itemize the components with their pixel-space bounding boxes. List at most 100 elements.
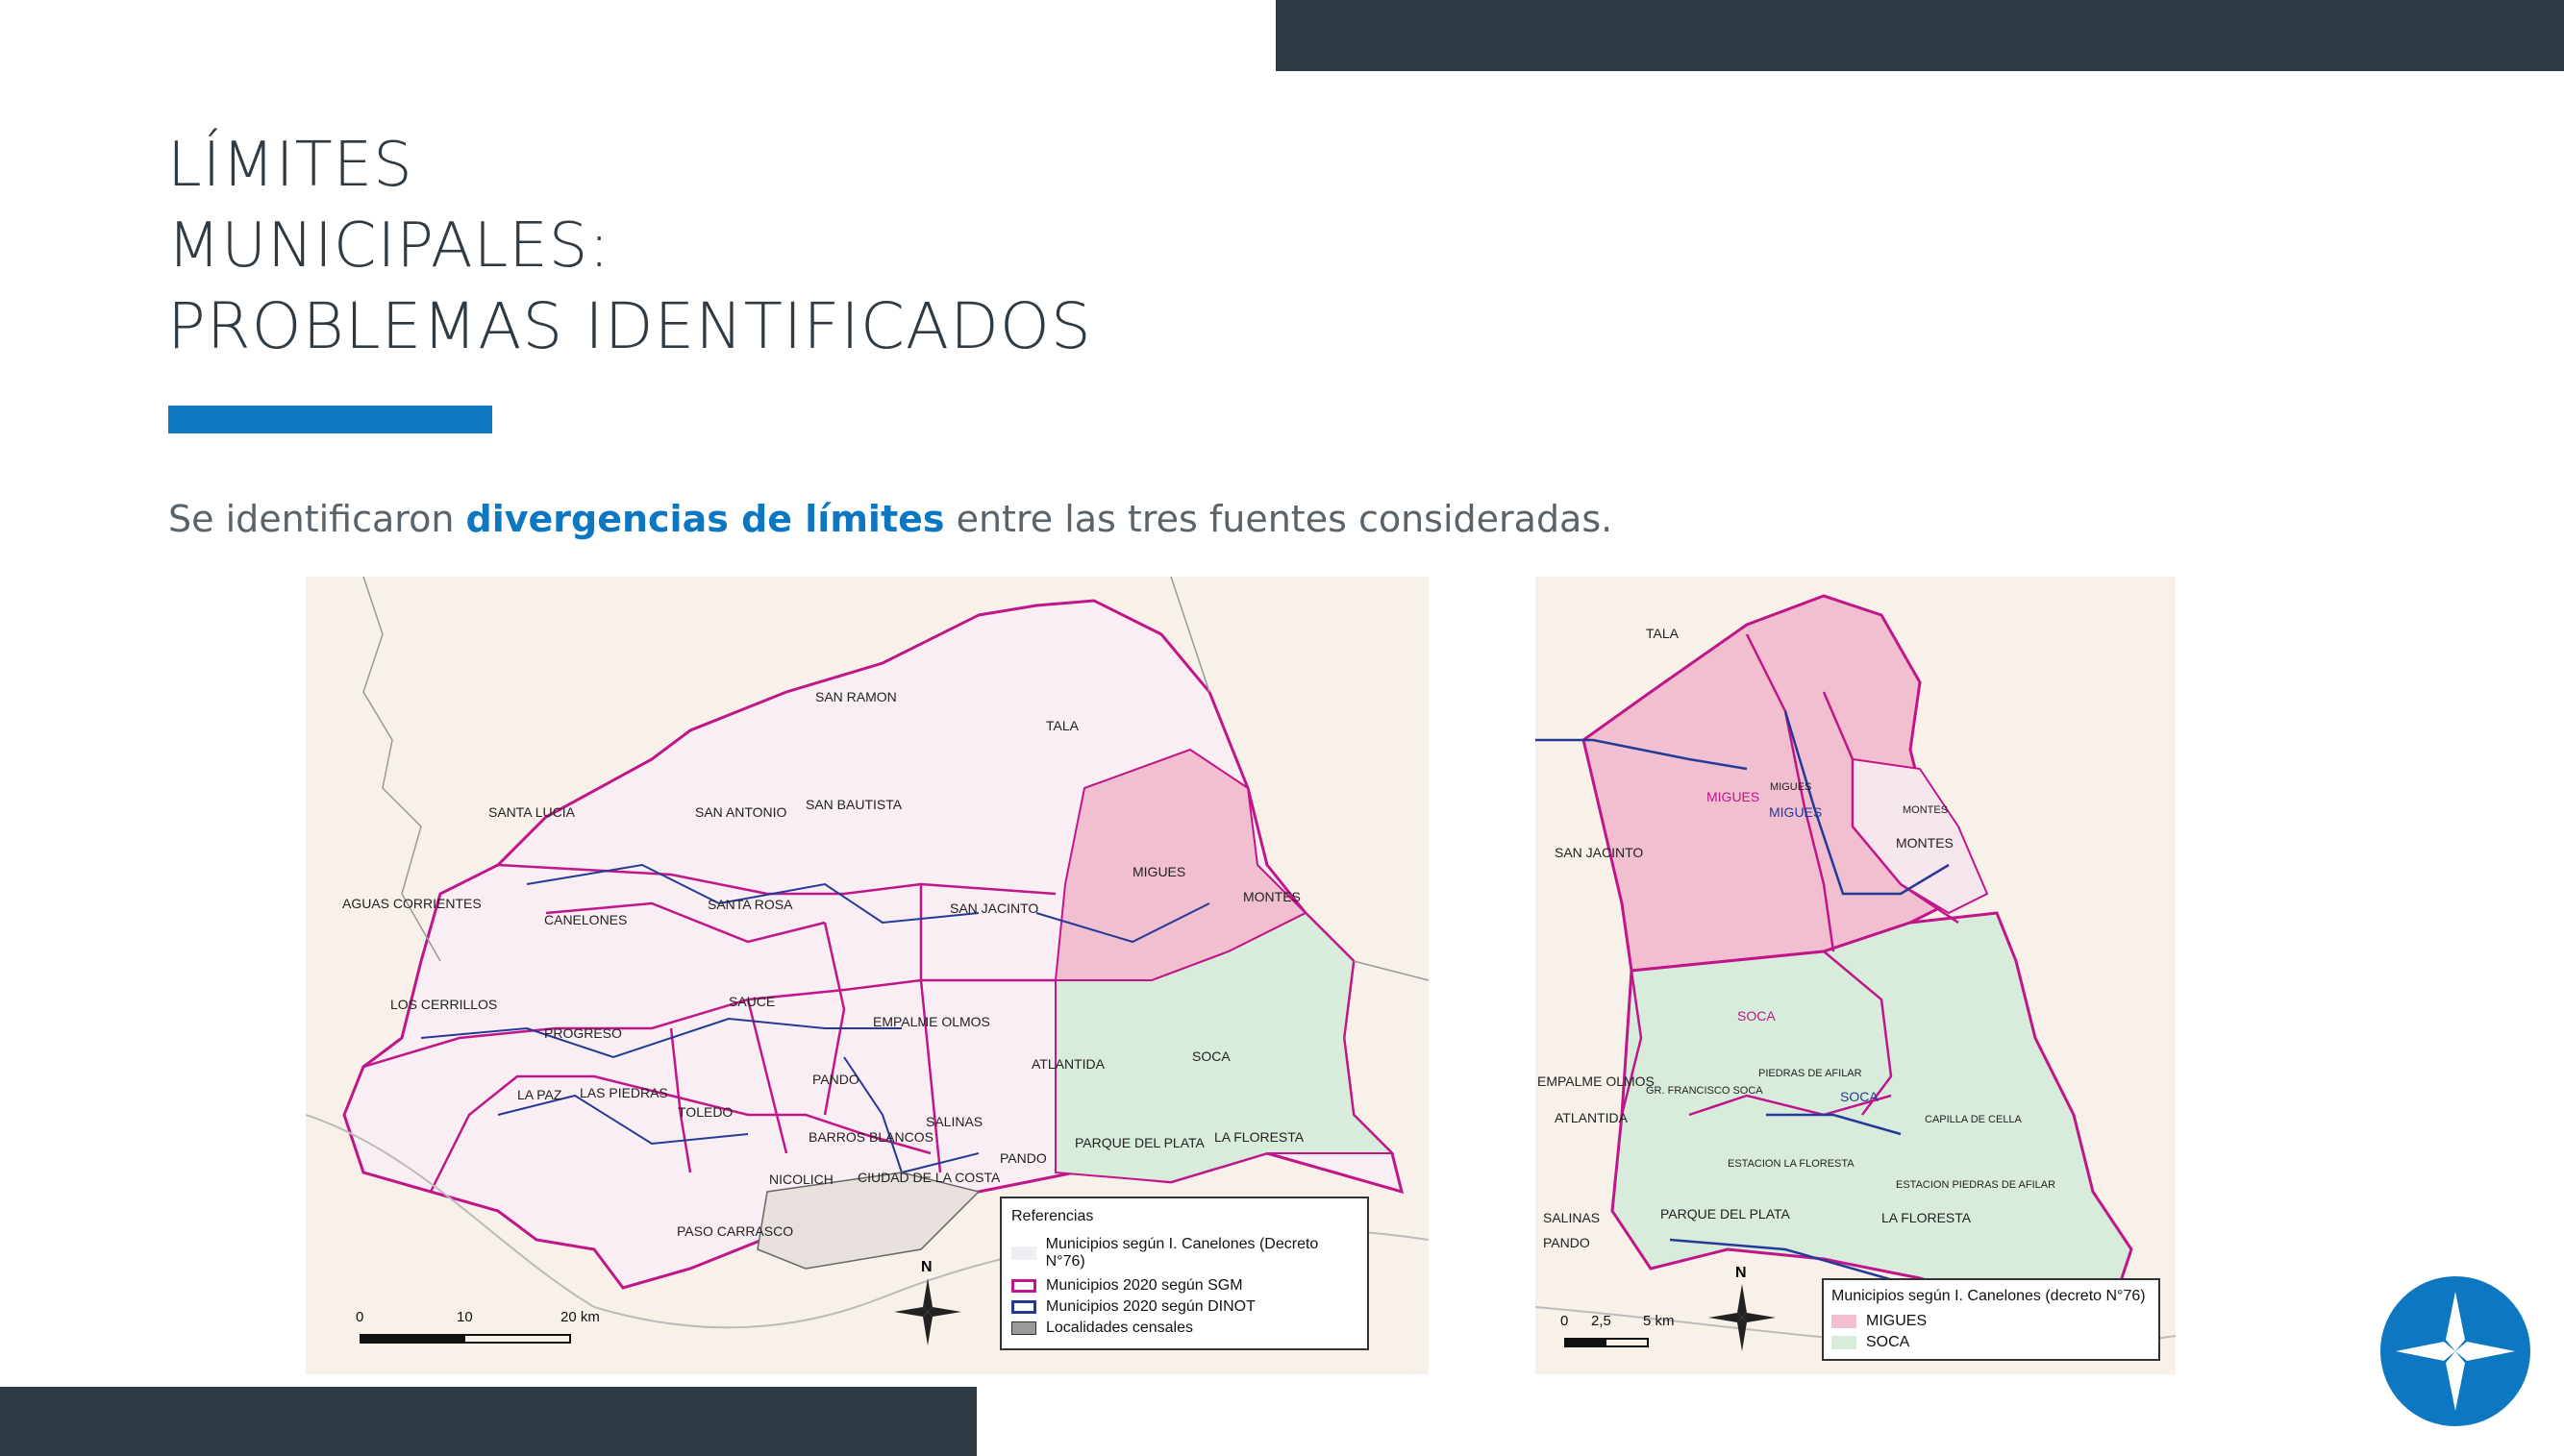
legend-title: Referencias <box>1011 1208 1094 1224</box>
map-label: ESTACION LA FLORESTA <box>1728 1158 1855 1170</box>
intro-highlight: divergencias de límites <box>465 498 945 540</box>
map-label: GR. FRANCISCO SOCA <box>1646 1085 1763 1097</box>
map-label: EMPALME OLMOS <box>873 1014 990 1029</box>
migues-soca-detail-map: TALA MIGUES MIGUES MIGUES MONTES MONTES … <box>1535 577 2176 1374</box>
legend-swatch <box>1011 1300 1036 1314</box>
map-label: PASO CARRASCO <box>677 1223 793 1239</box>
legend-swatch <box>1011 1246 1036 1260</box>
map-label: LAS PIEDRAS <box>580 1085 668 1100</box>
map-label: TALA <box>1646 626 1680 641</box>
map-label: LOS CERRILLOS <box>390 997 497 1012</box>
map-label: MONTES <box>1243 889 1301 904</box>
scale-label: 10 <box>457 1309 473 1325</box>
north-arrow: N <box>894 1259 961 1345</box>
map-label: SANTA ROSA <box>708 897 793 912</box>
map-label: SAN JACINTO <box>1555 845 1643 860</box>
legend-item-label: Localidades censales <box>1046 1320 1193 1336</box>
compass-logo-icon <box>2380 1276 2530 1426</box>
legend-item: Localidades censales <box>1011 1318 1357 1339</box>
compass-icon <box>1708 1284 1776 1351</box>
intro-text: Se identificaron divergencias de límites… <box>168 498 1612 540</box>
map-label: PARQUE DEL PLATA <box>1075 1135 1206 1150</box>
map-label: TOLEDO <box>678 1104 733 1120</box>
legend-item: Municipios según I. Canelones (Decreto N… <box>1011 1236 1357 1270</box>
legend-item: Municipios 2020 según DINOT <box>1011 1296 1357 1318</box>
map-label: MIGUES <box>1769 804 1822 820</box>
map-label: LA FLORESTA <box>1881 1210 1972 1225</box>
intro-after: entre las tres fuentes consideradas. <box>944 498 1613 540</box>
compass-icon <box>894 1278 961 1345</box>
scale-bar <box>360 1334 571 1344</box>
left-map-legend: Referencias Municipios según I. Canelone… <box>1000 1197 1369 1350</box>
north-label: N <box>921 1259 933 1275</box>
legend-item: MIGUES <box>1831 1311 2151 1332</box>
map-label: SOCA <box>1192 1049 1231 1064</box>
map-label: CANELONES <box>544 912 627 927</box>
map-label: NICOLICH <box>769 1172 834 1187</box>
scale-label: 0 <box>1560 1313 1569 1329</box>
legend-swatch <box>1831 1336 1856 1349</box>
title-line-1: LÍMITES <box>167 130 413 201</box>
map-label: SOCA <box>1737 1008 1776 1024</box>
top-dark-bar <box>1276 0 2564 71</box>
legend-item-label: Municipios 2020 según SGM <box>1046 1277 1243 1294</box>
legend-item-label: MIGUES <box>1866 1313 1928 1329</box>
map-label: AGUAS CORRIENTES <box>342 896 482 911</box>
map-label: MIGUES <box>1706 789 1759 804</box>
north-arrow: N <box>1708 1265 1776 1351</box>
map-label: SAUCE <box>729 994 775 1009</box>
map-label: ATLANTIDA <box>1032 1056 1106 1072</box>
map-label: PANDO <box>1000 1150 1047 1166</box>
map-label: SANTA LUCIA <box>488 804 576 820</box>
legend-swatch <box>1011 1279 1036 1293</box>
canelones-municipal-map: SAN RAMON TALA SANTA LUCIA SAN ANTONIO S… <box>306 577 1429 1374</box>
north-label: N <box>1735 1265 1747 1281</box>
legend-item-label: Municipios según I. Canelones (Decreto N… <box>1045 1236 1319 1270</box>
map-label: SOCA <box>1840 1089 1879 1104</box>
intro-before: Se identificaron <box>168 498 466 540</box>
right-map-legend: Municipios según I. Canelones (decreto N… <box>1822 1278 2160 1361</box>
map-label: CIUDAD DE LA COSTA <box>858 1170 1001 1185</box>
legend-item-label: SOCA <box>1866 1334 1910 1350</box>
scale-label: 5 km <box>1643 1313 1675 1329</box>
map-label: SALINAS <box>926 1114 983 1129</box>
title-line-2: MUNICIPALES: <box>167 210 610 282</box>
detail-map-drawing: TALA MIGUES MIGUES MIGUES MONTES MONTES … <box>1535 594 2176 1348</box>
map-label: PROGRESO <box>544 1025 622 1041</box>
map-label: SAN JACINTO <box>950 901 1038 916</box>
map-label: LA PAZ <box>517 1087 562 1102</box>
map-label: SAN ANTONIO <box>695 804 787 820</box>
legend-item: Municipios 2020 según SGM <box>1011 1275 1357 1296</box>
scale-label: 0 <box>356 1309 364 1325</box>
map-label: PANDO <box>1543 1235 1590 1250</box>
scale-label: 2,5 <box>1591 1313 1611 1329</box>
legend-swatch <box>1011 1321 1036 1335</box>
map-label: ESTACION PIEDRAS DE AFILAR <box>1896 1179 2055 1191</box>
map-label: CAPILLA DE CELLA <box>1925 1114 2023 1125</box>
map-label: MIGUES <box>1770 781 1811 793</box>
bottom-dark-bar <box>0 1387 977 1456</box>
map-label: SAN RAMON <box>815 689 897 704</box>
map-label: SALINAS <box>1543 1210 1600 1225</box>
legend-item-label: Municipios 2020 según DINOT <box>1046 1298 1256 1315</box>
map-label: TALA <box>1046 718 1080 733</box>
map-label: PARQUE DEL PLATA <box>1660 1206 1791 1222</box>
map-label: ATLANTIDA <box>1555 1110 1629 1125</box>
title-underline <box>168 406 492 433</box>
map-label: MIGUES <box>1133 864 1185 879</box>
map-label: BARROS BLANCOS <box>809 1129 933 1145</box>
map-label: SAN BAUTISTA <box>806 797 903 812</box>
legend-item: SOCA <box>1831 1332 2151 1353</box>
map-label: EMPALME OLMOS <box>1537 1073 1655 1089</box>
map-label: MONTES <box>1903 804 1948 816</box>
map-label: PIEDRAS DE AFILAR <box>1758 1068 1862 1079</box>
title-line-3: PROBLEMAS IDENTIFICADOS <box>167 289 1092 363</box>
scale-bar <box>1564 1338 1649 1347</box>
page-title: LÍMITES MUNICIPALES: PROBLEMAS IDENTIFIC… <box>167 125 1092 367</box>
legend-swatch <box>1831 1315 1856 1328</box>
map-label: LA FLORESTA <box>1214 1129 1305 1145</box>
scale-label: 20 km <box>560 1309 600 1325</box>
map-label: MONTES <box>1896 835 1954 851</box>
map-label: PANDO <box>812 1072 859 1087</box>
legend-title: Municipios según I. Canelones (decreto N… <box>1831 1288 2146 1304</box>
